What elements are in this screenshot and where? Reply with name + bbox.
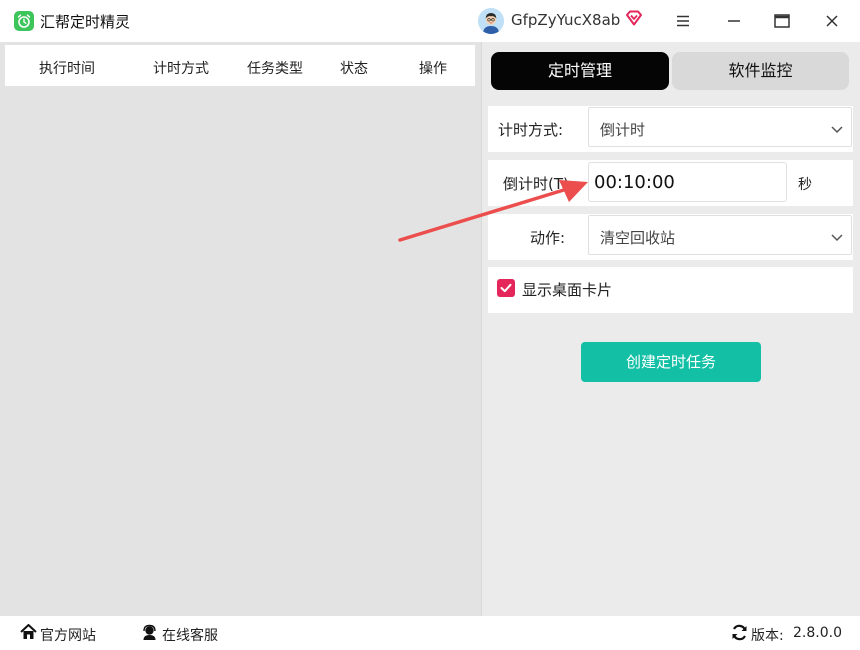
timing-mode-label: 计时方式: [498,121,564,139]
task-table-header: 执行时间 计时方式 任务类型 状态 操作 [5,45,475,86]
column-header-task-type: 任务类型 [247,61,303,77]
show-desktop-card-label[interactable]: 显示桌面卡片 [522,279,612,300]
home-icon[interactable] [20,623,37,644]
official-website-link[interactable]: 官方网站 [40,625,96,645]
title-bar: 汇帮定时精灵 GfpZyYucX8ab [0,0,860,42]
bottom-bar: 官方网站 在线客服 版本: 2.8.0.0 [0,616,860,650]
hamburger-menu-icon[interactable] [672,10,694,32]
task-list-panel: 执行时间 计时方式 任务类型 状态 操作 [0,42,481,616]
show-desktop-card-row: 显示桌面卡片 [488,267,853,313]
refresh-icon[interactable] [731,624,748,645]
chevron-down-icon [831,122,843,138]
close-icon[interactable] [821,10,843,32]
diamond-vip-icon[interactable] [625,10,643,30]
show-desktop-card-checkbox[interactable] [497,279,515,297]
chevron-down-icon [831,230,843,246]
version-value: 2.8.0.0 [793,625,842,641]
column-header-status: 状态 [340,61,368,77]
user-avatar[interactable] [478,8,504,34]
column-header-timing-mode: 计时方式 [153,61,209,77]
column-header-execution-time: 执行时间 [39,61,95,77]
column-header-operation: 操作 [419,61,447,77]
countdown-unit: 秒 [798,177,812,193]
create-timer-task-button[interactable]: 创建定时任务 [581,342,761,382]
settings-panel: 定时管理 软件监控 计时方式: 倒计时 倒计时(T): 秒 动作: 清空回收站 … [481,42,860,616]
app-title: 汇帮定时精灵 [40,13,131,31]
online-support-link[interactable]: 在线客服 [162,625,218,645]
maximize-icon[interactable] [771,10,793,32]
version-label: 版本: [751,628,784,644]
tab-timer-management[interactable]: 定时管理 [491,52,669,90]
timing-mode-row: 计时方式: 倒计时 [488,106,853,152]
username[interactable]: GfpZyYucX8ab [511,11,620,29]
action-value: 清空回收站 [600,229,676,247]
alarm-clock-icon [14,11,34,31]
timing-mode-select[interactable]: 倒计时 [588,107,852,147]
minimize-icon[interactable] [723,10,745,32]
tab-software-monitor[interactable]: 软件监控 [672,52,849,90]
customer-service-icon[interactable] [141,624,158,645]
timing-mode-value: 倒计时 [600,121,646,139]
action-select[interactable]: 清空回收站 [588,215,852,255]
countdown-input[interactable] [588,162,787,202]
annotation-arrow [398,180,588,242]
